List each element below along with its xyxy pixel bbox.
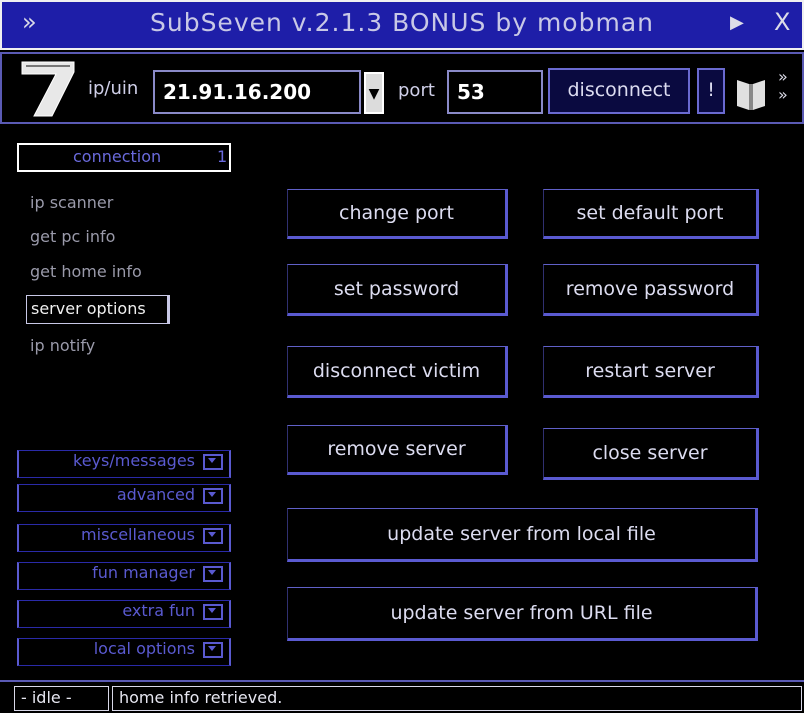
more-options-icon[interactable]: »»: [778, 68, 788, 104]
dropdown-arrow-icon: [203, 566, 223, 582]
disconnect-button[interactable]: disconnect: [548, 68, 690, 114]
set-default-port-button[interactable]: set default port: [543, 189, 759, 239]
remove-server-button[interactable]: remove server: [287, 425, 508, 475]
update-server-local-file-button[interactable]: update server from local file: [287, 508, 758, 562]
nav-item-get-pc-info[interactable]: get pc info: [30, 227, 115, 246]
book-icon[interactable]: [734, 76, 768, 112]
close-server-button[interactable]: close server: [543, 428, 759, 480]
dropdown-arrow-icon: [203, 604, 223, 620]
port-label: port: [398, 80, 435, 101]
title-bar[interactable]: » SubSeven v.2.1.3 BONUS by mobman ▶ X: [0, 0, 804, 50]
connection-selector-label: connection: [73, 147, 162, 166]
ip-input[interactable]: 21.91.16.200: [153, 70, 361, 114]
dropdown-arrow-icon: [203, 454, 223, 470]
status-bar: - idle - home info retrieved.: [0, 680, 804, 713]
dropdown-arrow-icon: [203, 488, 223, 504]
restart-server-button[interactable]: restart server: [543, 346, 759, 398]
connection-count: 1: [217, 147, 228, 166]
disconnect-victim-button[interactable]: disconnect victim: [287, 346, 508, 398]
nav-group-local-options[interactable]: local options: [17, 638, 231, 666]
port-input[interactable]: 53: [447, 70, 543, 114]
status-message: home info retrieved.: [112, 686, 802, 711]
nav-group-advanced[interactable]: advanced: [17, 484, 231, 512]
dropdown-arrow-icon: [203, 642, 223, 658]
nav-item-get-home-info[interactable]: get home info: [30, 262, 142, 281]
nav-group-extra-fun[interactable]: extra fun: [17, 600, 231, 628]
ip-dropdown-button[interactable]: ▼: [364, 72, 384, 114]
status-tag: - idle -: [14, 686, 109, 711]
close-icon[interactable]: X: [774, 8, 790, 36]
nav-group-fun-manager[interactable]: fun manager: [17, 562, 231, 590]
set-password-button[interactable]: set password: [287, 264, 508, 316]
dropdown-arrow-icon: [203, 528, 223, 544]
connection-selector[interactable]: connection 1: [17, 143, 231, 172]
nav-item-ip-scanner[interactable]: ip scanner: [30, 193, 113, 212]
pin-icon[interactable]: ▶: [730, 12, 744, 33]
nav-item-server-options[interactable]: server options: [26, 295, 170, 324]
subseven-logo-icon: [18, 56, 78, 120]
nav-item-ip-notify[interactable]: ip notify: [30, 336, 95, 355]
window-title: SubSeven v.2.1.3 BONUS by mobman: [149, 8, 654, 37]
remove-password-button[interactable]: remove password: [543, 264, 759, 316]
exclamation-button[interactable]: !: [697, 68, 725, 114]
ip-label: ip/uin: [88, 78, 139, 99]
update-server-url-file-button[interactable]: update server from URL file: [287, 587, 758, 641]
nav-group-miscellaneous[interactable]: miscellaneous: [17, 524, 231, 552]
nav-group-keys-messages[interactable]: keys/messages: [17, 450, 231, 478]
change-port-button[interactable]: change port: [287, 189, 508, 239]
